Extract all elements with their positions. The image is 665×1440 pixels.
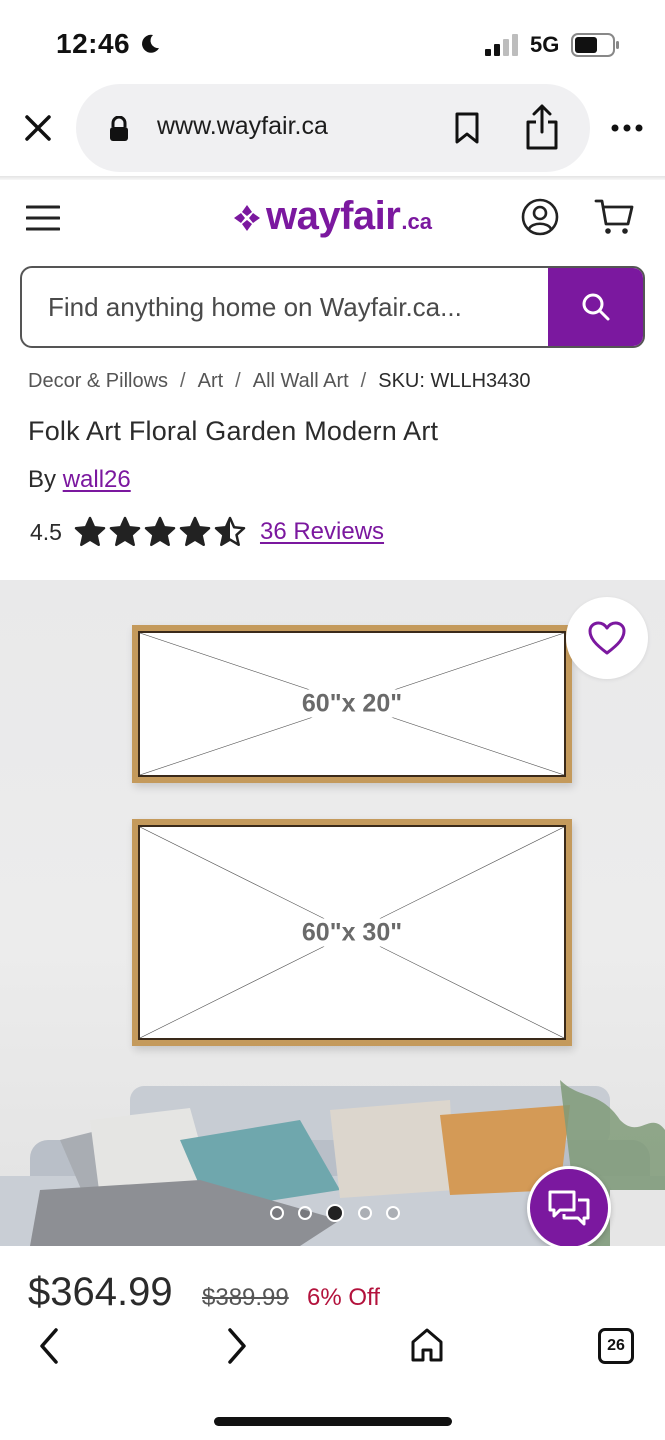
search-input[interactable] (22, 268, 550, 346)
reviews-link[interactable]: 36 Reviews (260, 518, 384, 546)
breadcrumb-item-all-wall-art[interactable]: All Wall Art (253, 370, 349, 393)
breadcrumb-separator: / (360, 370, 367, 392)
product-image-carousel[interactable]: 60"x 20" 60"x 30" (0, 580, 665, 1246)
carousel-dot[interactable] (326, 1204, 344, 1222)
star-full-icon (144, 516, 176, 547)
carousel-dot[interactable] (386, 1206, 400, 1220)
more-icon[interactable] (610, 122, 644, 134)
logo-tld: .ca (401, 209, 432, 234)
status-bar: 12:46 5G (0, 0, 665, 88)
close-icon[interactable] (18, 108, 58, 148)
carousel-dot[interactable] (270, 1206, 284, 1220)
breadcrumb: Decor & Pillows / Art / All Wall Art / S… (28, 370, 531, 393)
carousel-dots (270, 1204, 400, 1222)
battery-icon (571, 33, 619, 57)
search-box (20, 266, 645, 348)
cart-icon[interactable] (594, 198, 634, 236)
bookmark-icon[interactable] (452, 112, 482, 144)
star-full-icon (109, 516, 141, 547)
back-icon[interactable] (34, 1326, 64, 1366)
home-icon[interactable] (409, 1326, 445, 1364)
price-bar: $364.99 $389.99 6% Off (0, 1246, 665, 1316)
network-label: 5G (530, 32, 560, 57)
signal-icon (485, 34, 518, 56)
browser-address-bar: www.wayfair.ca (0, 82, 665, 178)
by-label: By (28, 466, 57, 493)
breadcrumb-item-decor-pillows[interactable]: Decor & Pillows (28, 370, 168, 393)
logo-word: wayfair (266, 194, 401, 238)
frame-60x20: 60"x 20" (132, 625, 572, 783)
logo-mark-icon (234, 205, 260, 231)
discount-label: 6% Off (307, 1284, 380, 1311)
search-icon (582, 293, 609, 321)
breadcrumb-separator: / (235, 370, 241, 392)
forward-icon[interactable] (222, 1326, 252, 1366)
star-full-icon (74, 516, 106, 547)
browser-bottom-toolbar: 26 (0, 1316, 665, 1440)
sku-label: SKU: WLLH3430 (378, 370, 531, 392)
account-icon[interactable] (521, 198, 559, 236)
original-price: $389.99 (202, 1284, 289, 1311)
chat-icon (548, 1190, 590, 1226)
lock-icon (110, 116, 128, 141)
url-text[interactable]: www.wayfair.ca (157, 112, 328, 141)
carousel-dot[interactable] (358, 1206, 372, 1220)
status-time: 12:46 (56, 28, 131, 59)
byline: By wall26 (28, 466, 131, 494)
breadcrumb-separator: / (180, 370, 186, 392)
current-price: $364.99 (28, 1270, 173, 1314)
rating-value: 4.5 (30, 518, 62, 545)
tabs-icon[interactable]: 26 (598, 1328, 634, 1364)
star-rating[interactable] (74, 516, 246, 548)
product-title: Folk Art Floral Garden Modern Art (28, 416, 439, 446)
carousel-dot[interactable] (298, 1206, 312, 1220)
heart-icon (588, 621, 626, 655)
home-indicator (214, 1417, 452, 1426)
frame-size-label: 60"x 30" (295, 918, 409, 946)
wayfair-logo[interactable]: wayfair .ca (232, 194, 432, 242)
star-full-icon (179, 516, 211, 547)
site-header: wayfair .ca (0, 180, 665, 262)
moon-icon (142, 34, 159, 53)
rating-row: 4.5 36 Reviews (30, 512, 384, 552)
frame-size-label: 60"x 20" (295, 689, 409, 718)
frame-60x30: 60"x 30" (132, 819, 572, 1046)
chat-button[interactable] (527, 1166, 611, 1250)
favorite-button[interactable] (566, 597, 648, 679)
star-half-icon (214, 516, 246, 547)
search-button[interactable] (548, 268, 643, 346)
share-icon[interactable] (524, 104, 560, 150)
breadcrumb-item-art[interactable]: Art (198, 370, 224, 393)
brand-link[interactable]: wall26 (63, 466, 131, 493)
menu-icon[interactable] (26, 204, 60, 232)
url-field[interactable] (76, 84, 590, 172)
